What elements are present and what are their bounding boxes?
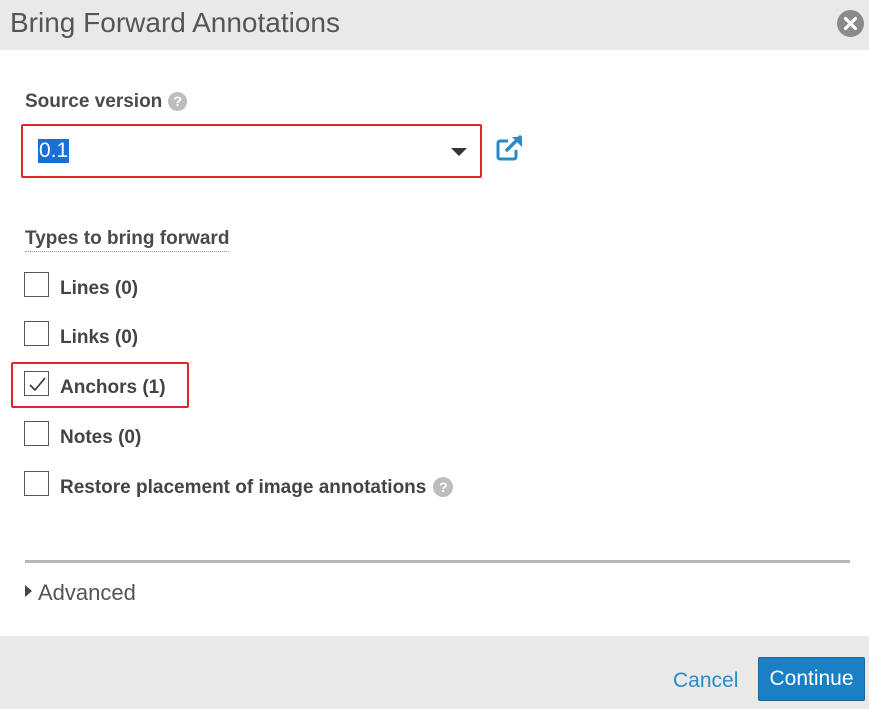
divider <box>25 560 850 563</box>
cancel-button[interactable]: Cancel <box>673 669 738 693</box>
checkbox-box[interactable] <box>24 421 49 446</box>
checkbox-label-wrap: Restore placement of image annotations? <box>60 477 454 499</box>
advanced-label: Advanced <box>38 580 136 605</box>
checkbox-box-checked[interactable] <box>24 371 49 396</box>
checkbox-box[interactable] <box>24 272 49 297</box>
checkbox-label: Lines (0) <box>60 278 139 299</box>
checkbox-box[interactable] <box>24 471 49 496</box>
dialog-footer: Cancel Continue <box>0 636 869 709</box>
checkbox-box[interactable] <box>24 321 49 346</box>
checkbox-label: Anchors (1) <box>60 377 166 398</box>
dialog-title: Bring Forward Annotations <box>10 7 340 38</box>
continue-button[interactable]: Continue <box>758 657 865 701</box>
advanced-toggle[interactable]: Advanced <box>25 580 136 606</box>
checkbox-label: Restore placement of image annotations <box>60 477 427 498</box>
close-icon[interactable] <box>837 10 864 37</box>
checkbox-label: Links (0) <box>60 327 139 348</box>
caret-down-icon <box>451 148 467 156</box>
caret-right-icon <box>25 585 32 597</box>
source-version-label-text: Source version <box>25 91 163 112</box>
help-icon[interactable]: ? <box>433 477 454 497</box>
help-icon[interactable]: ? <box>168 92 188 111</box>
source-version-label: Source version? <box>25 91 188 113</box>
bring-forward-dialog: Bring Forward Annotations Source version… <box>0 0 869 709</box>
source-version-select[interactable]: 0.1 <box>26 129 477 173</box>
dialog-header: Bring Forward Annotations <box>0 0 869 50</box>
types-to-bring-forward-label: Types to bring forward <box>25 228 230 252</box>
source-version-value: 0.1 <box>38 139 70 163</box>
checkmark-icon <box>29 377 46 392</box>
external-link-icon[interactable] <box>496 135 524 161</box>
checkbox-label: Notes (0) <box>60 427 142 448</box>
